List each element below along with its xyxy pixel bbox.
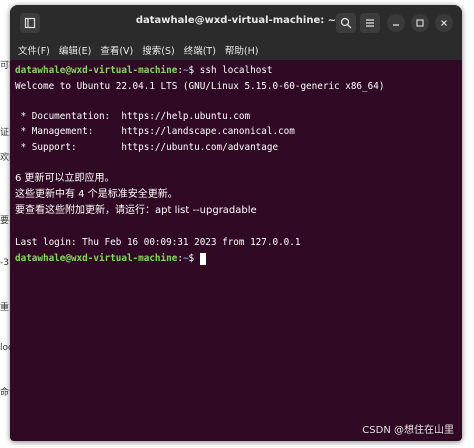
title-bar[interactable]: datawhale@wxd-virtual-machine: ~ — [10, 5, 462, 40]
search-icon — [340, 17, 352, 29]
menu-terminal[interactable]: 终端(T) — [184, 43, 216, 57]
maximize-icon — [416, 19, 424, 27]
last-login-line: Last login: Thu Feb 16 00:09:31 2023 fro… — [15, 237, 301, 248]
menu-button[interactable] — [360, 13, 380, 33]
management-line: * Management: https://landscape.canonica… — [15, 126, 295, 137]
menu-search[interactable]: 搜索(S) — [142, 43, 174, 57]
minimize-button[interactable] — [387, 14, 405, 32]
menu-help[interactable]: 帮助(H) — [225, 43, 259, 57]
maximize-button[interactable] — [411, 14, 429, 32]
terminal-output[interactable]: datawhale@wxd-virtual-machine:~$ ssh loc… — [15, 61, 455, 436]
watermark: CSDN @想住在山里 — [362, 425, 454, 436]
terminal-window: datawhale@wxd-virtual-machine: ~ 文件(F) 编… — [10, 5, 462, 441]
menu-view[interactable]: 查看(V) — [100, 43, 133, 57]
minimize-icon — [393, 24, 399, 26]
menu-file[interactable]: 文件(F) — [18, 43, 50, 57]
menu-edit[interactable]: 编辑(E) — [59, 43, 91, 57]
search-button[interactable] — [336, 13, 356, 33]
command-text: ssh localhost — [199, 65, 273, 76]
prompt-symbol: $ — [188, 65, 200, 76]
current-prompt-line: datawhale@wxd-virtual-machine:~$ — [15, 253, 206, 265]
background-text: 要 — [0, 216, 10, 226]
menu-bar: 文件(F) 编辑(E) 查看(V) 搜索(S) 终端(T) 帮助(H) — [10, 40, 462, 60]
text-cursor — [199, 253, 206, 265]
prompt-user: datawhale@wxd-virtual-machine — [15, 253, 178, 264]
command-line: datawhale@wxd-virtual-machine:~$ ssh loc… — [15, 65, 273, 77]
close-icon — [441, 20, 447, 26]
close-button[interactable] — [435, 14, 453, 32]
hamburger-icon — [366, 19, 374, 27]
security-updates-line: 这些更新中有 4 个是标准安全更新。 — [15, 189, 178, 200]
welcome-line: Welcome to Ubuntu 22.04.1 LTS (GNU/Linux… — [15, 81, 385, 92]
updates-line: 6 更新可以立即应用。 — [15, 173, 115, 184]
support-line: * Support: https://ubuntu.com/advantage — [15, 142, 279, 153]
prompt-user: datawhale@wxd-virtual-machine — [15, 65, 178, 76]
background-text: 重 — [0, 303, 10, 313]
prompt-symbol: $ — [188, 253, 200, 264]
upgradable-hint-line: 要查看这些附加更新，请运行：apt list --upgradable — [15, 205, 257, 216]
documentation-line: * Documentation: https://help.ubuntu.com — [15, 111, 251, 122]
